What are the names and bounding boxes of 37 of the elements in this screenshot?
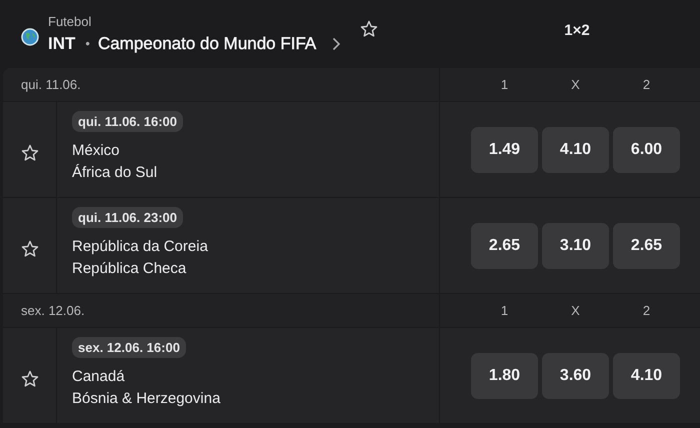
region-label: INT [48,32,76,54]
kickoff-time: sex. 12.06. 16:00 [72,337,186,358]
column-header: X [570,77,581,92]
kickoff-time: qui. 11.06. 16:00 [72,111,184,132]
column-header: 2 [642,303,652,318]
star-icon[interactable] [20,370,38,388]
team-name: África do Sul [72,163,158,183]
competition-link[interactable]: Campeonato do Mundo FIFA [98,32,316,54]
odds-button[interactable]: 2.65 [613,222,680,268]
odds-button[interactable]: 4.10 [542,126,609,172]
odds-button[interactable]: 4.10 [613,352,680,398]
team-name: Bósnia & Herzegovina [72,389,220,409]
column-header: 1 [500,77,510,92]
team-name: República Checa [72,259,186,279]
sport-label: Futebol [48,14,92,30]
odds-button[interactable]: 3.10 [542,222,609,268]
odds-button[interactable]: 1.80 [471,352,538,398]
column-header: 2 [642,77,652,92]
market-label: 1×2 [563,22,591,38]
date-label: qui. 11.06. [3,68,440,102]
star-icon[interactable] [20,240,38,258]
kickoff-time: qui. 11.06. 23:00 [72,207,184,228]
column-header: X [570,303,581,318]
team-name: Canadá [72,367,125,387]
globe-icon [21,28,39,46]
star-icon[interactable] [20,144,38,162]
team-name: República da Coreia [72,237,208,257]
star-icon[interactable] [360,20,378,38]
date-label: sex. 12.06. [3,294,440,328]
odds-button[interactable]: 6.00 [613,126,680,172]
odds-button[interactable]: 3.60 [542,352,609,398]
column-header: 1 [500,303,510,318]
odds-button[interactable]: 1.49 [471,126,538,172]
separator-dot: • [85,36,90,51]
team-name: México [72,141,120,161]
odds-button[interactable]: 2.65 [471,222,538,268]
chevron-right-icon[interactable] [332,36,342,50]
